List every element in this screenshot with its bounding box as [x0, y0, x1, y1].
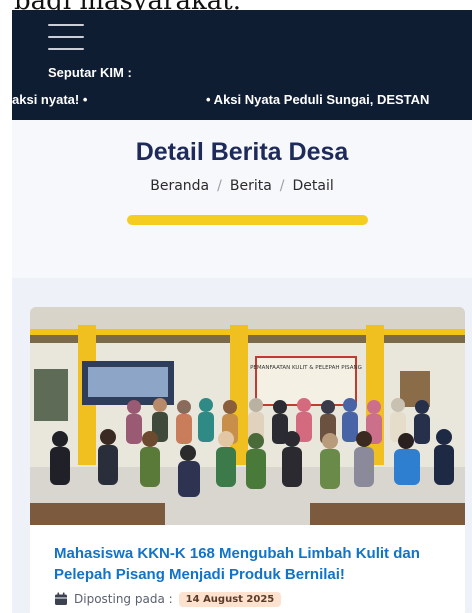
- date-badge: 14 August 2025: [178, 591, 282, 607]
- news-ticker[interactable]: aksi nyata! • • Aksi Nyata Peduli Sungai…: [12, 92, 472, 112]
- title-accent-bar: [127, 215, 368, 225]
- page-title: Detail Berita Desa: [135, 138, 349, 166]
- breadcrumb: Beranda / Berita / Detail: [12, 178, 472, 194]
- article-meta: Diposting pada : 14 August 2025: [54, 590, 282, 608]
- article-photo[interactable]: PEMANFAATAN KULIT & PELEPAH PISANG: [30, 307, 465, 525]
- breadcrumb-news-link[interactable]: Berita: [230, 178, 272, 194]
- top-navbar: Seputar KIM : aksi nyata! • • Aksi Nyata…: [12, 10, 472, 120]
- breadcrumb-home-link[interactable]: Beranda: [150, 178, 209, 194]
- hamburger-menu-icon[interactable]: [48, 24, 84, 50]
- posted-on-label: Diposting pada :: [74, 592, 173, 606]
- ticker-item[interactable]: • Aksi Nyata Peduli Sungai, DESTAN: [206, 92, 429, 107]
- page-header: Detail Berita Desa Beranda / Berita / Detail: [12, 120, 472, 278]
- breadcrumb-separator: /: [217, 178, 222, 194]
- news-card[interactable]: PEMANFAATAN KULIT & PELEPAH PISANG Mahas…: [30, 307, 465, 613]
- calendar-icon: [55, 592, 67, 605]
- banner-text: PEMANFAATAN KULIT & PELEPAH PISANG: [250, 365, 362, 371]
- news-ticker-label: Seputar KIM :: [48, 65, 132, 80]
- ticker-item[interactable]: aksi nyata! •: [12, 92, 87, 107]
- breadcrumb-separator: /: [279, 178, 285, 194]
- breadcrumb-current: Detail: [292, 178, 334, 194]
- article-title-link[interactable]: Mahasiswa KKN-K 168 Mengubah Limbah Kuli…: [54, 543, 454, 585]
